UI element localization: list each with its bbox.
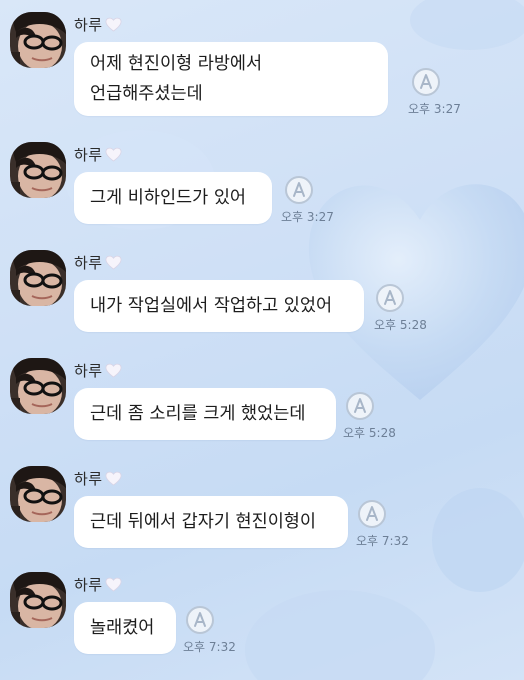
sender-name: 하루	[74, 144, 122, 166]
white-heart-icon	[105, 577, 122, 596]
message-bubble[interactable]: 놀래켰어	[74, 602, 176, 654]
sender-name-text: 하루	[74, 576, 103, 594]
sender-avatar[interactable]	[10, 358, 66, 414]
sender-name: 하루	[74, 574, 122, 596]
translate-icon[interactable]	[411, 67, 441, 97]
sender-avatar[interactable]	[10, 250, 66, 306]
sender-name-text: 하루	[74, 146, 103, 164]
translate-icon[interactable]	[375, 283, 405, 313]
message-text: 그게 비하인드가 있어	[90, 188, 247, 208]
sender-avatar[interactable]	[10, 142, 66, 198]
sender-name-text: 하루	[74, 16, 103, 34]
sender-name-text: 하루	[74, 362, 103, 380]
message-timestamp: 오후 3:27	[408, 102, 461, 116]
message-bubble[interactable]: 어제 현진이형 라방에서 언급해주셨는데	[74, 42, 388, 116]
sender-avatar[interactable]	[10, 466, 66, 522]
white-heart-icon	[105, 147, 122, 166]
message-bubble[interactable]: 내가 작업실에서 작업하고 있었어	[74, 280, 364, 332]
message-bubble[interactable]: 근데 좀 소리를 크게 했었는데	[74, 388, 336, 440]
message-text: 근데 좀 소리를 크게 했었는데	[90, 404, 306, 424]
sender-avatar[interactable]	[10, 572, 66, 628]
sender-avatar[interactable]	[10, 12, 66, 68]
message-text: 근데 뒤에서 갑자기 현진이형이	[90, 512, 316, 532]
message-bubble[interactable]: 그게 비하인드가 있어	[74, 172, 272, 224]
message-text: 내가 작업실에서 작업하고 있었어	[90, 296, 333, 316]
message-timestamp: 오후 5:28	[374, 318, 427, 332]
sender-name-text: 하루	[74, 254, 103, 272]
sender-name: 하루	[74, 14, 122, 36]
message-timestamp: 오후 3:27	[281, 210, 334, 224]
message-bubble[interactable]: 근데 뒤에서 갑자기 현진이형이	[74, 496, 348, 548]
white-heart-icon	[105, 363, 122, 382]
translate-icon[interactable]	[185, 605, 215, 635]
sender-name: 하루	[74, 360, 122, 382]
message-text: 놀래켰어	[90, 618, 155, 638]
message-timestamp: 오후 5:28	[343, 426, 396, 440]
white-heart-icon	[105, 17, 122, 36]
sender-name: 하루	[74, 468, 122, 490]
message-text: 어제 현진이형 라방에서 언급해주셨는데	[90, 54, 263, 104]
translate-icon[interactable]	[345, 391, 375, 421]
white-heart-icon	[105, 471, 122, 490]
sender-name: 하루	[74, 252, 122, 274]
message-timestamp: 오후 7:32	[356, 534, 409, 548]
sender-name-text: 하루	[74, 470, 103, 488]
chat-message-list[interactable]: 하루 어제 현진이형 라방에서 언급해주셨는데 오후 3:27 하루 그게 비하인드…	[0, 0, 524, 680]
translate-icon[interactable]	[284, 175, 314, 205]
message-timestamp: 오후 7:32	[183, 640, 236, 654]
white-heart-icon	[105, 255, 122, 274]
translate-icon[interactable]	[357, 499, 387, 529]
